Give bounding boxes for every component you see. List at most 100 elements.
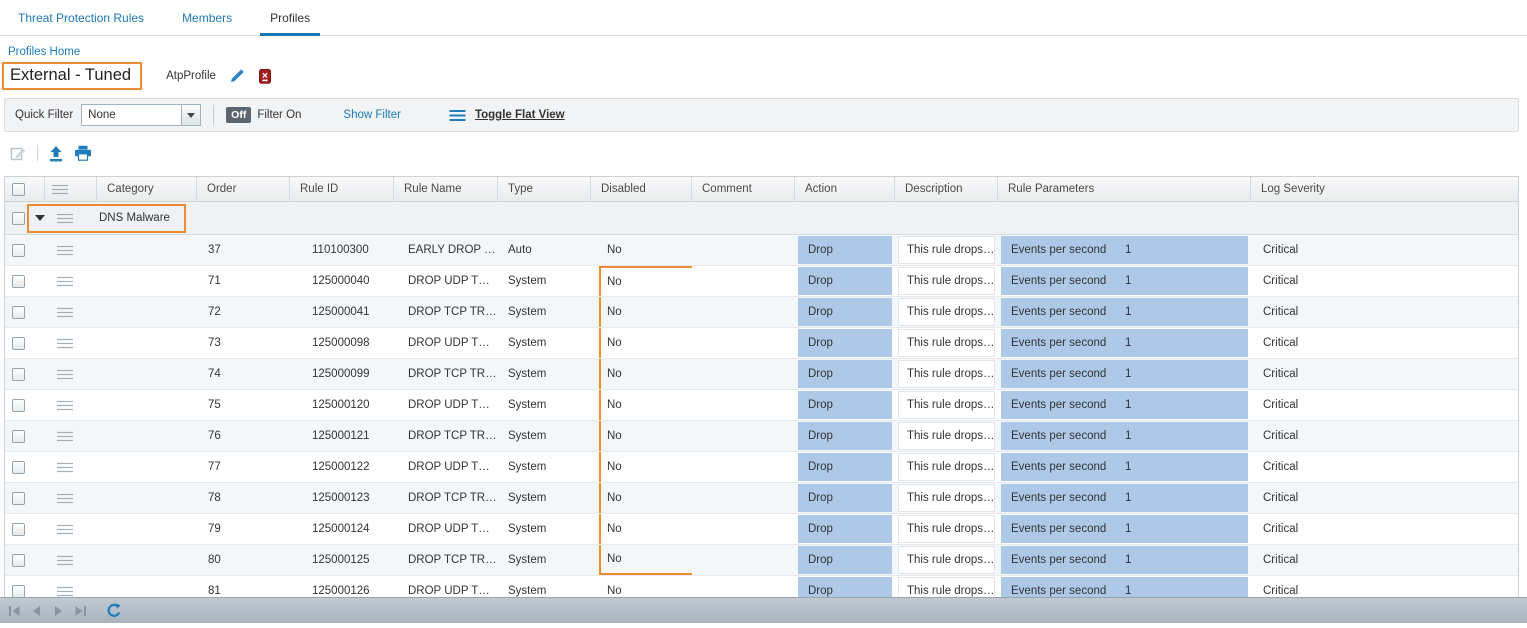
disabled-cell[interactable]: No: [591, 266, 692, 296]
select-all-checkbox[interactable]: [12, 183, 25, 196]
disabled-cell[interactable]: No: [591, 328, 692, 358]
group-highlight-box[interactable]: DNS Malware: [27, 204, 186, 233]
rule-parameters-cell[interactable]: Events per second 1: [1001, 267, 1248, 295]
quick-filter-select[interactable]: None: [81, 104, 201, 126]
row-checkbox[interactable]: [12, 368, 25, 381]
description-cell[interactable]: This rule drops…: [898, 484, 995, 512]
breadcrumb-profiles-home[interactable]: Profiles Home: [8, 46, 80, 58]
col-header-disabled[interactable]: Disabled: [591, 177, 692, 201]
refresh-icon[interactable]: [106, 603, 122, 619]
col-header-action[interactable]: Action: [795, 177, 895, 201]
disabled-cell[interactable]: No: [591, 390, 692, 420]
action-cell[interactable]: Drop: [798, 546, 892, 574]
page-title[interactable]: External - Tuned: [2, 62, 142, 90]
disabled-cell[interactable]: No: [591, 452, 692, 482]
drag-handle-icon[interactable]: [57, 462, 73, 473]
disabled-cell[interactable]: No: [591, 514, 692, 544]
previous-page-icon[interactable]: [30, 605, 43, 617]
rule-parameters-cell[interactable]: Events per second 1: [1001, 484, 1248, 512]
drag-handle-icon[interactable]: [57, 369, 73, 380]
disabled-cell[interactable]: No: [591, 297, 692, 327]
col-header-rule-parameters[interactable]: Rule Parameters: [998, 177, 1251, 201]
disabled-cell[interactable]: No: [591, 235, 692, 265]
action-cell[interactable]: Drop: [798, 484, 892, 512]
tab-profiles[interactable]: Profiles: [260, 0, 320, 35]
row-checkbox[interactable]: [12, 399, 25, 412]
action-cell[interactable]: Drop: [798, 360, 892, 388]
rule-parameters-cell[interactable]: Events per second 1: [1001, 298, 1248, 326]
col-header-description[interactable]: Description: [895, 177, 998, 201]
show-filter-link[interactable]: Show Filter: [343, 109, 401, 121]
drag-handle-icon[interactable]: [57, 245, 73, 256]
drag-handle-icon[interactable]: [57, 431, 73, 442]
tab-threat-protection-rules[interactable]: Threat Protection Rules: [8, 0, 154, 35]
print-icon[interactable]: [74, 145, 92, 161]
drag-handle-icon[interactable]: [57, 555, 73, 566]
drag-handle-icon[interactable]: [57, 400, 73, 411]
quick-filter-dropdown-button[interactable]: [181, 104, 201, 126]
tab-members[interactable]: Members: [172, 0, 242, 35]
row-checkbox[interactable]: [12, 523, 25, 536]
last-page-icon[interactable]: [74, 605, 87, 617]
drag-handle-icon[interactable]: [57, 524, 73, 535]
description-cell[interactable]: This rule drops…: [898, 546, 995, 574]
drag-handle-icon[interactable]: [57, 493, 73, 504]
rule-parameters-cell[interactable]: Events per second 1: [1001, 391, 1248, 419]
description-cell[interactable]: This rule drops…: [898, 453, 995, 481]
col-header-rule-id[interactable]: Rule ID: [290, 177, 394, 201]
row-checkbox[interactable]: [12, 492, 25, 505]
collapse-arrow-icon[interactable]: [35, 215, 45, 221]
description-cell[interactable]: This rule drops…: [898, 422, 995, 450]
action-cell[interactable]: Drop: [798, 298, 892, 326]
description-cell[interactable]: This rule drops…: [898, 236, 995, 264]
disabled-cell[interactable]: No: [591, 359, 692, 389]
rule-parameters-cell[interactable]: Events per second 1: [1001, 546, 1248, 574]
col-header-category[interactable]: Category: [97, 177, 197, 201]
action-cell[interactable]: Drop: [798, 267, 892, 295]
row-checkbox[interactable]: [12, 554, 25, 567]
action-cell[interactable]: Drop: [798, 515, 892, 543]
action-cell[interactable]: Drop: [798, 329, 892, 357]
filter-toggle-badge[interactable]: Off: [226, 107, 251, 123]
rule-parameters-cell[interactable]: Events per second 1: [1001, 453, 1248, 481]
edit-rule-icon[interactable]: [10, 145, 27, 162]
toggle-flat-view-button[interactable]: Toggle Flat View: [449, 109, 565, 122]
row-checkbox[interactable]: [12, 585, 25, 598]
rule-parameters-cell[interactable]: Events per second 1: [1001, 236, 1248, 264]
disabled-cell[interactable]: No: [591, 545, 692, 575]
drag-handle-icon[interactable]: [57, 338, 73, 349]
drag-handle-icon[interactable]: [57, 307, 73, 318]
drag-handle-icon[interactable]: [57, 586, 73, 597]
next-page-icon[interactable]: [52, 605, 65, 617]
action-cell[interactable]: Drop: [798, 391, 892, 419]
row-checkbox[interactable]: [12, 461, 25, 474]
upload-icon[interactable]: [48, 145, 64, 162]
drag-handle-icon[interactable]: [57, 276, 73, 287]
col-header-type[interactable]: Type: [498, 177, 591, 201]
description-cell[interactable]: This rule drops…: [898, 515, 995, 543]
description-cell[interactable]: This rule drops…: [898, 391, 995, 419]
rule-parameters-cell[interactable]: Events per second 1: [1001, 515, 1248, 543]
disabled-cell[interactable]: No: [591, 421, 692, 451]
col-header-comment[interactable]: Comment: [692, 177, 795, 201]
description-cell[interactable]: This rule drops…: [898, 267, 995, 295]
col-header-rule-name[interactable]: Rule Name: [394, 177, 498, 201]
rule-parameters-cell[interactable]: Events per second 1: [1001, 360, 1248, 388]
action-cell[interactable]: Drop: [798, 236, 892, 264]
first-page-icon[interactable]: [8, 605, 21, 617]
group-checkbox[interactable]: [12, 212, 25, 225]
row-checkbox[interactable]: [12, 337, 25, 350]
description-cell[interactable]: This rule drops…: [898, 360, 995, 388]
row-checkbox[interactable]: [12, 244, 25, 257]
disabled-cell[interactable]: No: [591, 483, 692, 513]
edit-profile-icon[interactable]: [229, 68, 246, 84]
col-header-order[interactable]: Order: [197, 177, 290, 201]
description-cell[interactable]: This rule drops…: [898, 329, 995, 357]
col-header-log-severity[interactable]: Log Severity: [1251, 177, 1518, 201]
action-cell[interactable]: Drop: [798, 422, 892, 450]
action-cell[interactable]: Drop: [798, 453, 892, 481]
red-tag-icon[interactable]: [259, 69, 271, 84]
drag-handle-icon[interactable]: [57, 213, 73, 224]
row-checkbox[interactable]: [12, 430, 25, 443]
row-checkbox[interactable]: [12, 275, 25, 288]
